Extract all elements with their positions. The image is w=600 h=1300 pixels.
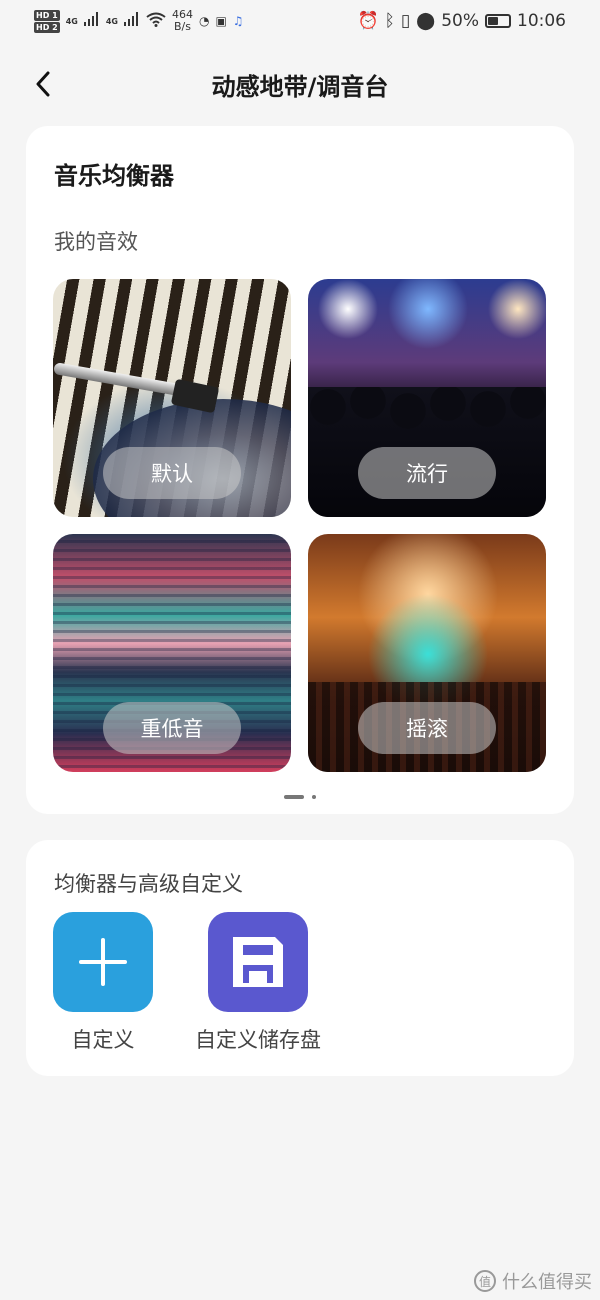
battery-percent: 50%	[441, 11, 479, 31]
network-speed: 464 B/s	[172, 9, 193, 33]
preset-rock-tile[interactable]: 摇滚	[308, 534, 546, 772]
plus-icon	[79, 938, 127, 986]
status-bar: HD 1 HD 2 4G 4G 464 B/s ◔ ▣ ♫ ⏰ ᛒ ▯ ⬤ 50…	[0, 0, 600, 42]
hd-indicators: HD 1 HD 2	[34, 9, 60, 33]
alarm-icon: ⏰	[357, 11, 379, 31]
advanced-card: 均衡器与高级自定义 自定义 自定义储存盘	[26, 840, 574, 1076]
custom-label: 自定义	[71, 1028, 135, 1052]
back-arrow-icon	[36, 71, 50, 97]
nfc-icon: ◔	[198, 14, 210, 28]
advanced-title: 均衡器与高级自定义	[54, 872, 243, 896]
preset-label: 摇滚	[358, 702, 496, 754]
back-button[interactable]	[28, 66, 58, 102]
signal-2-icon	[123, 12, 140, 30]
preset-label: 默认	[103, 447, 241, 499]
speed-unit: B/s	[173, 20, 191, 33]
hd2-badge: HD 2	[34, 21, 60, 33]
storage-icon-tile	[208, 912, 308, 1012]
network-type-2: 4G	[105, 16, 118, 26]
my-effects-label: 我的音效	[54, 230, 138, 254]
preset-default-tile[interactable]: 默认	[53, 279, 291, 517]
location-icon: ⬤	[416, 11, 436, 31]
page-header: 动感地带/调音台	[0, 52, 600, 116]
custom-button[interactable]: 自定义	[53, 912, 153, 1054]
custom-storage-button[interactable]: 自定义储存盘	[188, 912, 328, 1054]
bluetooth-icon: ᛒ	[384, 11, 395, 31]
vibrate-icon: ▯	[400, 11, 411, 31]
hd1-badge: HD 1	[34, 9, 60, 21]
page-dot-active	[284, 795, 304, 799]
wifi-icon	[146, 12, 166, 31]
equalizer-title: 音乐均衡器	[54, 162, 174, 190]
status-left: HD 1 HD 2 4G 4G 464 B/s ◔ ▣ ♫	[0, 9, 244, 33]
watermark-logo-icon: 值	[474, 1270, 496, 1292]
preset-label: 重低音	[103, 702, 241, 754]
network-type-1: 4G	[65, 16, 78, 26]
page-dot	[312, 795, 316, 799]
watermark: 值 什么值得买	[474, 1268, 592, 1294]
save-disk-icon	[233, 937, 283, 987]
preset-bass-tile[interactable]: 重低音	[53, 534, 291, 772]
signal-1-icon	[83, 12, 100, 30]
battery-icon	[485, 14, 511, 28]
music-app-icon: ♫	[232, 14, 244, 28]
app-notification-icon: ▣	[215, 14, 227, 28]
page-title: 动感地带/调音台	[211, 72, 389, 101]
custom-storage-label: 自定义储存盘	[195, 1028, 321, 1052]
watermark-text: 什么值得买	[502, 1272, 592, 1293]
page-indicator	[284, 795, 316, 799]
clock: 10:06	[517, 11, 566, 31]
custom-icon-tile	[53, 912, 153, 1012]
preset-label: 流行	[358, 447, 496, 499]
equalizer-card: 音乐均衡器 我的音效 默认 流行 重低音 摇滚	[26, 126, 574, 814]
status-right: ⏰ ᛒ ▯ ⬤ 50% 10:06	[357, 11, 600, 31]
preset-pop-tile[interactable]: 流行	[308, 279, 546, 517]
